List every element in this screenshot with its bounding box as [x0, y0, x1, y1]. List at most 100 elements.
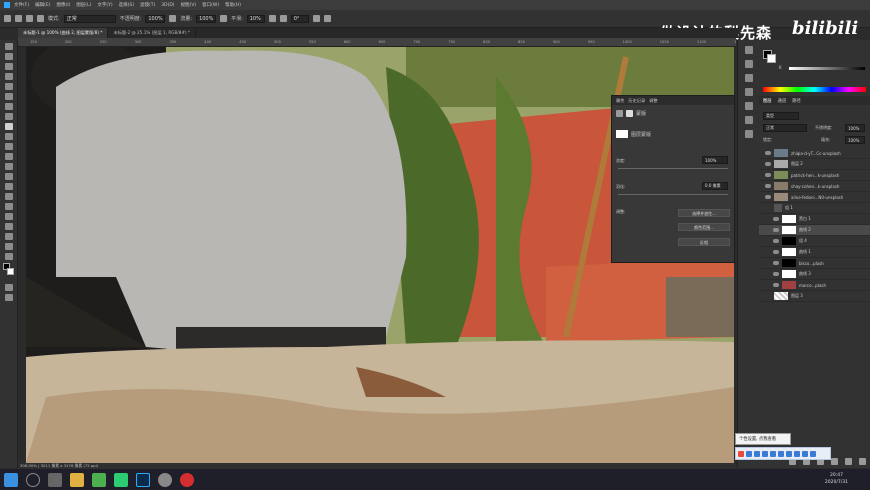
app-icon[interactable] [158, 472, 172, 487]
density-field[interactable]: 100% [702, 156, 728, 164]
frame-tool-icon[interactable] [4, 93, 13, 100]
visibility-eye-icon[interactable] [765, 195, 771, 199]
layer-row[interactable]: patrick-hen...k-unsplash [759, 170, 870, 181]
feather-field[interactable]: 0.0 像素 [702, 182, 728, 190]
menu-layer[interactable]: 图层(L) [76, 2, 91, 8]
ime-settings-icon[interactable] [802, 450, 808, 457]
menu-edit[interactable]: 编辑(E) [35, 2, 50, 8]
flow-field[interactable]: 100% [196, 14, 217, 23]
visibility-eye-icon[interactable] [773, 228, 779, 232]
layer-row[interactable]: 组 4 [759, 236, 870, 247]
mode-select[interactable]: 正常 [63, 14, 116, 23]
visibility-eye-icon[interactable] [773, 261, 779, 265]
background-color[interactable] [7, 268, 14, 275]
pressure-opacity-icon[interactable] [169, 15, 177, 22]
ime-punct-icon[interactable] [754, 450, 760, 457]
path-select-tool-icon[interactable] [4, 213, 13, 220]
menu-type[interactable]: 文字(Y) [97, 2, 112, 8]
hand-tool-icon[interactable] [4, 233, 13, 240]
visibility-eye-icon[interactable] [765, 184, 771, 188]
screen-mode-icon[interactable] [4, 294, 13, 301]
file-explorer-icon[interactable] [70, 472, 84, 487]
k-slider[interactable] [789, 67, 865, 70]
browser-icon[interactable] [92, 472, 106, 487]
tab-adjustments[interactable]: 调整 [649, 98, 657, 104]
character-icon[interactable] [744, 88, 753, 96]
layer-row[interactable]: zhiqia-d-yT...Cc-unsplash [759, 148, 870, 159]
density-slider[interactable] [618, 168, 728, 169]
menu-help[interactable]: 帮助(H) [225, 2, 241, 8]
ime-skin-icon[interactable] [786, 450, 792, 457]
layer-opacity-field[interactable]: 100% [845, 124, 865, 132]
stamp-tool-icon[interactable] [4, 133, 13, 140]
visibility-eye-icon[interactable] [765, 173, 771, 177]
tab-history[interactable]: 历史记录 [628, 98, 645, 104]
color-spectrum[interactable] [763, 87, 866, 92]
menu-view[interactable]: 视图(V) [181, 2, 197, 8]
layer-row[interactable]: 黑白 1 [759, 214, 870, 225]
layer-row[interactable]: 曲线 1 [759, 247, 870, 258]
angle-field[interactable]: 0° [290, 14, 309, 23]
layer-filter-kind[interactable]: 类型 [763, 112, 799, 120]
layer-row[interactable]: shay-cohen...k-unsplash [759, 181, 870, 192]
ime-grid-icon[interactable] [810, 450, 816, 457]
layer-row[interactable]: 图层 3 [759, 291, 870, 302]
quick-mask-icon[interactable] [4, 284, 13, 291]
visibility-eye-icon[interactable] [765, 294, 771, 298]
visibility-eye-icon[interactable] [773, 283, 779, 287]
dodge-tool-icon[interactable] [4, 183, 13, 190]
visibility-eye-icon[interactable] [773, 272, 779, 276]
invert-button[interactable]: 反相 [678, 238, 730, 246]
tab-layers[interactable]: 图层 [763, 98, 772, 104]
layer-row[interactable]: bisco...plash [759, 258, 870, 269]
crop-tool-icon[interactable] [4, 83, 13, 90]
select-and-mask-button[interactable]: 选择并遮住... [678, 209, 730, 217]
tab-channels[interactable]: 通道 [778, 98, 787, 104]
history-panel-icon[interactable] [744, 46, 753, 54]
quick-select-tool-icon[interactable] [4, 73, 13, 80]
ime-keyboard-icon[interactable] [778, 450, 784, 457]
blur-tool-icon[interactable] [4, 173, 13, 180]
photoshop-logo-icon[interactable] [4, 2, 10, 8]
pixel-mask-icon[interactable] [616, 110, 623, 117]
marquee-tool-icon[interactable] [4, 53, 13, 60]
eraser-tool-icon[interactable] [4, 153, 13, 160]
feather-slider[interactable] [618, 194, 728, 195]
photoshop-taskbar-icon[interactable] [136, 472, 150, 487]
menu-image[interactable]: 图像(I) [56, 2, 70, 8]
eyedropper-tool-icon[interactable] [4, 103, 13, 110]
brush-panel-icon[interactable] [37, 15, 44, 22]
menu-window[interactable]: 窗口(W) [202, 2, 219, 8]
ime-mode-icon[interactable] [746, 450, 752, 457]
layer-row[interactable]: 曲线 3 [759, 269, 870, 280]
type-tool-icon[interactable] [4, 203, 13, 210]
new-layer-icon[interactable] [859, 458, 866, 465]
opacity-field[interactable]: 100% [145, 14, 166, 23]
vector-mask-icon[interactable] [626, 110, 633, 117]
color-range-button[interactable]: 颜色范围... [678, 223, 730, 231]
ime-emoji-icon[interactable] [762, 450, 768, 457]
angle-icon[interactable] [279, 15, 287, 22]
system-clock[interactable]: 20:47 2020/7/31 [825, 472, 848, 486]
move-tool-icon[interactable] [4, 43, 13, 50]
adjustment-layer-icon[interactable] [831, 458, 838, 465]
smooth-field[interactable]: 10% [246, 14, 265, 23]
tab-properties[interactable]: 属性 [616, 98, 624, 104]
fill-field[interactable]: 100% [845, 136, 865, 144]
zoom-tool-icon[interactable] [4, 243, 13, 250]
ime-voice-icon[interactable] [770, 450, 776, 457]
history-brush-icon[interactable] [4, 143, 13, 150]
mask-thumbnail[interactable] [616, 130, 628, 138]
task-view-icon[interactable] [48, 472, 62, 487]
healing-tool-icon[interactable] [4, 113, 13, 120]
visibility-eye-icon[interactable] [765, 151, 771, 155]
tab-document-2[interactable]: 未标题-2 @ 25.1% (图层 1, RGB/8#) * [108, 28, 197, 38]
menu-file[interactable]: 文件(F) [14, 2, 29, 8]
layer-row[interactable]: aline-fedoni...N0-unsplash [759, 192, 870, 203]
paragraph-icon[interactable] [744, 74, 753, 82]
lasso-tool-icon[interactable] [4, 63, 13, 70]
pressure-size-icon[interactable] [312, 15, 320, 22]
search-icon[interactable] [26, 472, 40, 487]
brush-size-icon[interactable] [26, 15, 33, 22]
menu-3d[interactable]: 3D(D) [161, 3, 174, 8]
